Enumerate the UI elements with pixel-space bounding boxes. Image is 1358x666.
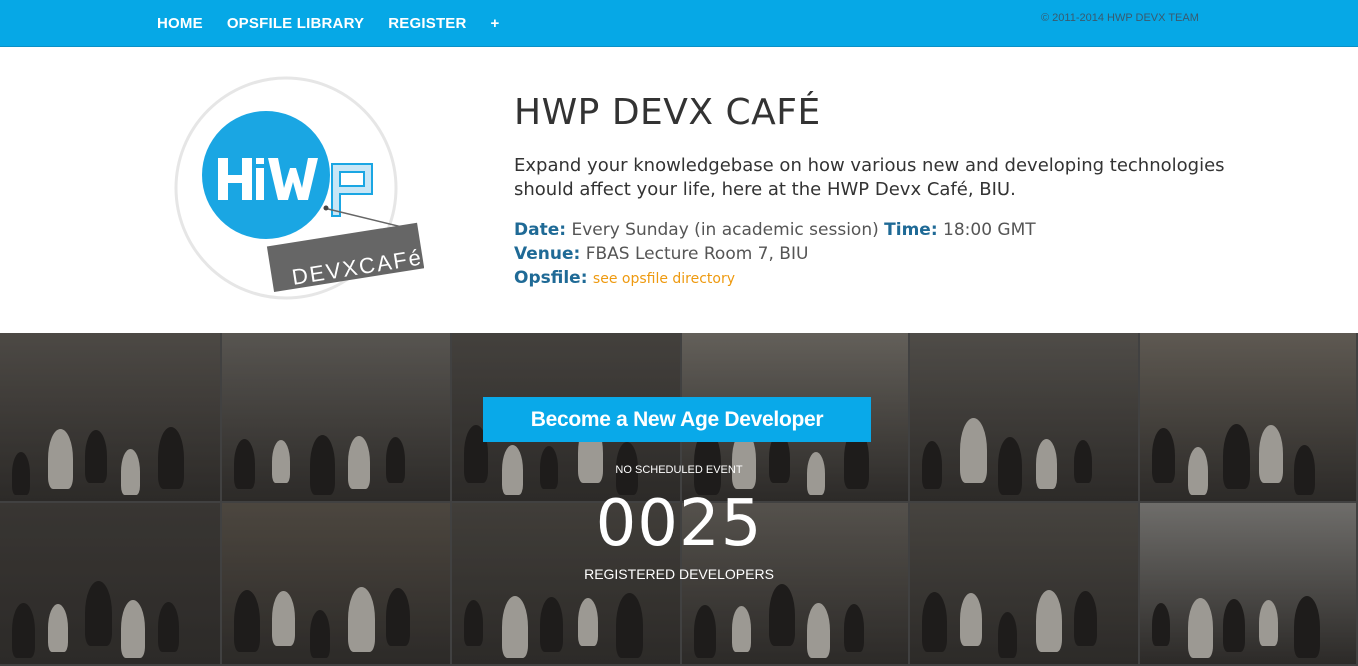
main-nav: HOME OPSFILE LIBRARY REGISTER + (157, 0, 524, 46)
nav-register-link[interactable]: REGISTER (388, 15, 466, 32)
opsfile-label: Opsfile: (514, 268, 588, 288)
event-details: Date: Every Sunday (in academic session)… (514, 218, 1036, 291)
registered-count-label: REGISTERED DEVELOPERS (584, 566, 774, 582)
time-label: Time: (884, 220, 938, 240)
page-title: HWP DEVX CAFÉ (514, 92, 821, 133)
nav-opsfile-library-link[interactable]: OPSFILE LIBRARY (227, 15, 364, 32)
opsfile-directory-link[interactable]: see opsfile directory (593, 271, 735, 287)
event-status: NO SCHEDULED EVENT (615, 464, 743, 476)
become-developer-button[interactable]: Become a New Age Developer (483, 397, 871, 442)
venue-value: FBAS Lecture Room 7, BIU (585, 244, 809, 264)
registered-count: 0025 (595, 487, 763, 561)
venue-label: Venue: (514, 244, 581, 264)
date-label: Date: (514, 220, 567, 240)
hwp-devx-cafe-logo: DEVXCAFé (174, 76, 425, 302)
nav-home-link[interactable]: HOME (157, 15, 203, 32)
venue-row: Venue: FBAS Lecture Room 7, BIU (514, 242, 1036, 266)
date-value: Every Sunday (in academic session) (571, 220, 879, 240)
nav-more-link[interactable]: + (491, 15, 500, 32)
opsfile-row: Opsfile: see opsfile directory (514, 266, 1036, 291)
top-nav-bar: HOME OPSFILE LIBRARY REGISTER + © 2011-2… (0, 0, 1358, 47)
hero-description: Expand your knowledgebase on how various… (514, 155, 1225, 200)
date-time-row: Date: Every Sunday (in academic session)… (514, 218, 1036, 242)
copyright-text: © 2011-2014 HWP DEVX TEAM (1041, 12, 1199, 24)
time-value: 18:00 GMT (943, 220, 1036, 240)
